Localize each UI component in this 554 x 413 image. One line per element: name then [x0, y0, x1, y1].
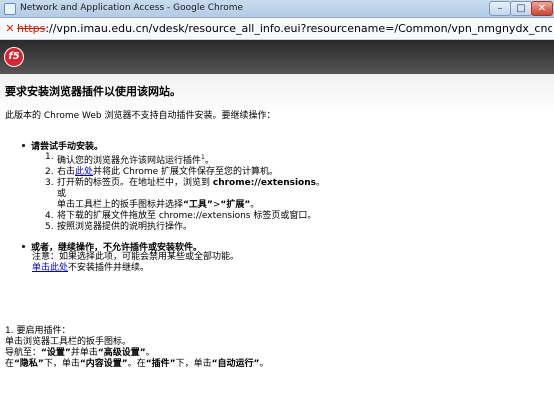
- footnote-line-2: 单击浏览器工具栏的扳手图标。: [5, 337, 132, 347]
- footnote-line-4-mid1: 下，单击: [43, 359, 80, 369]
- url-scheme: https: [17, 22, 46, 35]
- download-extension-link[interactable]: 此处: [75, 167, 93, 177]
- extensions-menu-label: “扩展”: [220, 200, 251, 210]
- footnote: 1. 要启用插件： 单击浏览器工具栏的扳手图标。 导航至：“设置”并单击“高级设…: [5, 326, 268, 370]
- plugins-label: “插件”: [145, 359, 176, 369]
- footnote-line-4-mid2: 。在: [127, 359, 146, 369]
- step-number: 5.: [45, 222, 54, 232]
- step-2: 2. 右击此处并将此 Chrome 扩展文件保存至您的计算机。: [45, 167, 325, 178]
- privacy-label: “隐私”: [14, 359, 44, 369]
- auto-run-label: “自动运行”: [211, 359, 260, 369]
- url-rest: ://vpn.imau.edu.cn/vdesk/resource_all_in…: [45, 22, 552, 35]
- step-3-pre: 打开新的标签页。在地址栏中，浏览到: [57, 178, 213, 188]
- window-titlebar[interactable]: Network and Application Access - Google …: [0, 0, 554, 18]
- step-1: 1. 确认您的浏览器允许该网站运行插件1。: [45, 152, 325, 167]
- footnote-line-3-post: 。: [145, 348, 155, 358]
- page-title: 要求安装浏览器插件以使用该网站。: [5, 85, 181, 98]
- close-button[interactable]: ✕: [531, 1, 553, 16]
- window-title: Network and Application Access - Google …: [20, 3, 244, 13]
- install-steps: 1. 确认您的浏览器允许该网站运行插件1。 2. 右击此处并将此 Chrome …: [45, 152, 325, 233]
- step-3-post: 。: [316, 178, 326, 188]
- step-1-suffix: 。: [204, 156, 214, 166]
- page-content: f5 要求安装浏览器插件以使用该网站。 此版本的 Chrome Web 浏览器不…: [0, 40, 554, 413]
- broken-lock-icon: ✕: [5, 22, 15, 35]
- extensions-url: chrome://extensions: [212, 178, 317, 188]
- footnote-line-3-pre: 导航至：: [5, 348, 42, 358]
- minimize-button[interactable]: –: [489, 1, 511, 16]
- intro-text: 此版本的 Chrome Web 浏览器不支持自动插件安装。要继续操作：: [5, 111, 276, 121]
- step-number: 3.: [45, 178, 54, 188]
- step-3-alt: 单击工具栏上的扳手图标并选择“工具”>“扩展”。: [45, 200, 325, 211]
- footnote-line-4-mid3: 下，单击: [175, 359, 212, 369]
- f5-banner: f5: [0, 40, 554, 74]
- step-5: 5. 按照浏览器提供的说明执行操作。: [45, 222, 325, 233]
- alternative-body: 注意：如果选择此项，可能会禁用某些或全部功能。 单击此处不安装插件并继续。: [32, 252, 239, 274]
- continue-link-suffix: 不安装插件并继续。: [68, 263, 150, 273]
- step-5-text: 按照浏览器提供的说明执行操作。: [57, 222, 193, 232]
- step-number: 2.: [45, 167, 54, 177]
- body-area: 要求安装浏览器插件以使用该网站。 此版本的 Chrome Web 浏览器不支持自…: [0, 74, 554, 413]
- address-bar[interactable]: ✕ https://vpn.imau.edu.cn/vdesk/resource…: [0, 18, 554, 40]
- step-2-pre: 右击: [57, 167, 76, 177]
- footnote-line-3: 导航至：“设置”并单击“高级设置”。: [5, 348, 268, 359]
- tools-menu-label: “工具”: [183, 200, 213, 210]
- footnote-line-3-mid: 并单击: [70, 348, 98, 358]
- footnote-line-4-post: 。: [259, 359, 269, 369]
- f5-logo: f5: [4, 47, 24, 67]
- app-icon: [4, 3, 16, 15]
- step-4: 4. 将下载的扩展文件拖放至 chrome://extensions 标签页或窗…: [45, 211, 325, 222]
- step-text: 确认您的浏览器允许该网站运行插件1。: [57, 152, 214, 167]
- url-field[interactable]: https://vpn.imau.edu.cn/vdesk/resource_a…: [17, 22, 552, 36]
- continue-without-plugin-link[interactable]: 单击此处: [32, 263, 68, 273]
- settings-label: “设置”: [41, 348, 71, 358]
- footnote-line-1: 1. 要启用插件：: [5, 326, 71, 336]
- step-3-alt-post: 。: [250, 200, 260, 210]
- footnote-line-4: 在“隐私”下，单击“内容设置”。在“插件”下，单击“自动运行”。: [5, 359, 268, 370]
- footnote-line-4-pre: 在: [5, 359, 15, 369]
- manual-install-title-text: 请尝试手动安装。: [31, 142, 104, 152]
- step-3-alt-pre: 单击工具栏上的扳手图标并选择: [57, 200, 184, 210]
- bullet-icon: [22, 144, 25, 147]
- manual-install-section: 请尝试手动安装。: [22, 139, 103, 152]
- advanced-settings-label: “高级设置”: [97, 348, 146, 358]
- step-3-or: 或: [57, 189, 67, 199]
- step-number: 4.: [45, 211, 54, 221]
- step-3: 3. 打开新的标签页。在地址栏中，浏览到 chrome://extensions…: [45, 178, 325, 189]
- step-number: 1.: [45, 152, 54, 162]
- step-1-text: 确认您的浏览器允许该网站运行插件: [57, 156, 202, 166]
- content-settings-label: “内容设置”: [79, 359, 128, 369]
- maximize-button[interactable]: □: [510, 1, 532, 16]
- step-4-text: 将下载的扩展文件拖放至 chrome://extensions 标签页或窗口。: [57, 211, 317, 221]
- step-2-post: 并将此 Chrome 扩展文件保存至您的计算机。: [93, 167, 279, 177]
- manual-install-title: 请尝试手动安装。: [22, 139, 103, 152]
- alternative-note: 注意：如果选择此项，可能会禁用某些或全部功能。: [32, 252, 240, 262]
- bullet-icon: [22, 245, 25, 248]
